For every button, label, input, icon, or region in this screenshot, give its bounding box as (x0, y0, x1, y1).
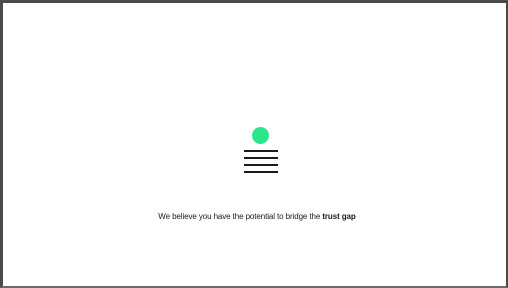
tagline-text: We believe you have the potential to bri… (158, 212, 321, 221)
screen-frame: We believe you have the potential to bri… (0, 0, 508, 288)
tagline-emphasis: trust gap (322, 212, 356, 221)
green-dot-icon (252, 127, 269, 144)
logo-line (244, 150, 278, 152)
logo-line (244, 171, 278, 173)
tagline: We believe you have the potential to bri… (3, 212, 508, 221)
logo-line (244, 157, 278, 159)
logo-line (244, 164, 278, 166)
brand-logo-icon (243, 127, 279, 177)
